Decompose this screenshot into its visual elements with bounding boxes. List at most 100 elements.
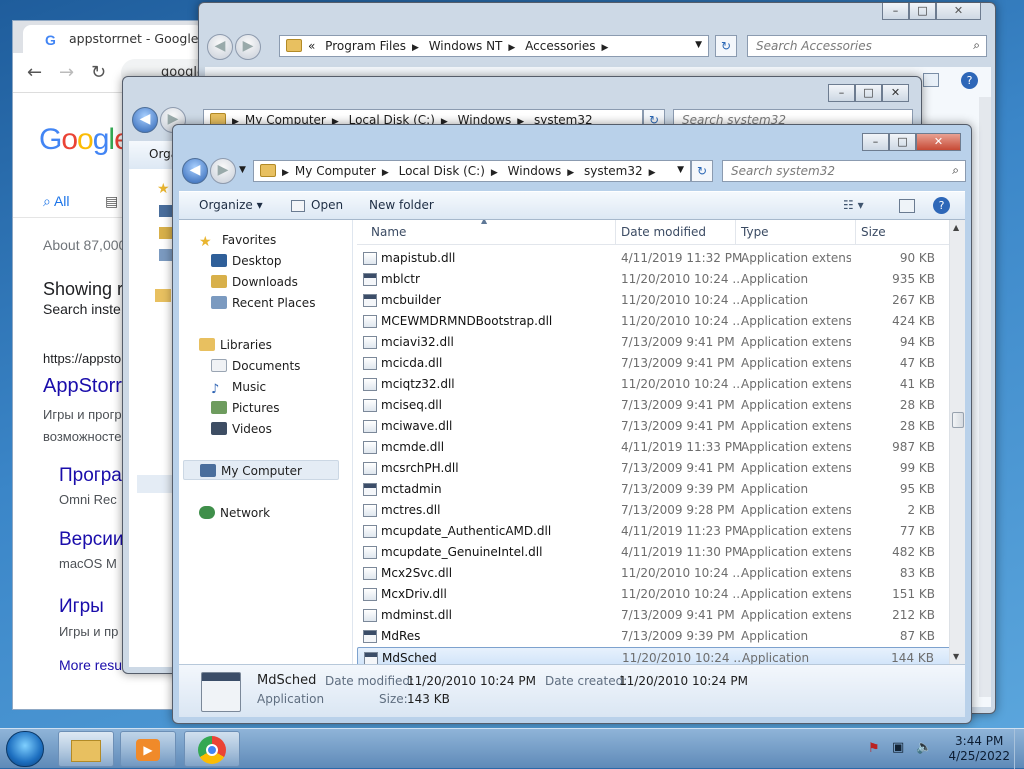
breadcrumb-windows-nt[interactable]: Windows NT <box>429 39 503 53</box>
chrome-tab[interactable]: G appstorrnet - Google Search <box>23 25 201 53</box>
close-icon[interactable]: ✕ <box>936 3 981 20</box>
nav-music[interactable]: ♪ Music <box>211 377 266 397</box>
file-row[interactable]: Mcx2Svc.dll 11/20/2010 10:24 ... Applicati… <box>357 563 951 584</box>
scrollbar[interactable] <box>979 97 991 697</box>
column-size[interactable]: Size <box>861 225 886 239</box>
column-name[interactable]: Name <box>371 225 406 239</box>
chevron-down-icon[interactable]: ▼ <box>677 165 684 175</box>
file-row[interactable]: mapistub.dll 4/11/2019 11:32 PM Applicatio… <box>357 248 951 269</box>
file-row[interactable]: mciwave.dll 7/13/2009 9:41 PM Application … <box>357 416 951 437</box>
help-icon[interactable]: ? <box>933 197 950 214</box>
scrollbar-thumb[interactable] <box>952 412 964 428</box>
google-logo[interactable]: Google <box>39 123 131 157</box>
open-button[interactable]: Open <box>311 198 343 212</box>
nav-documents[interactable]: Documents <box>211 356 300 376</box>
taskbar-media-player[interactable]: ▶ <box>120 731 176 767</box>
close-icon[interactable]: ✕ <box>916 133 961 151</box>
recent-pages-chevron-icon[interactable]: ▼ <box>239 165 246 175</box>
nav-downloads[interactable]: Downloads <box>211 272 298 292</box>
file-row[interactable]: mcsrchPH.dll 7/13/2009 9:41 PM Application… <box>357 458 951 479</box>
breadcrumb-local-disk[interactable]: Local Disk (C:) <box>399 164 485 178</box>
file-row[interactable]: McxDriv.dll 11/20/2010 10:24 ... Applicati… <box>357 584 951 605</box>
organize-button[interactable]: Organize ▾ <box>199 198 263 212</box>
minimize-icon[interactable]: – <box>862 133 889 151</box>
nav-favorites[interactable]: ★ Favorites <box>199 230 276 250</box>
sitelink-3-title[interactable]: Игры <box>59 596 104 618</box>
help-icon[interactable]: ? <box>961 72 978 89</box>
start-button[interactable] <box>6 731 44 767</box>
network-tray-icon[interactable]: ▣ <box>892 740 904 755</box>
sitelink-1-title[interactable]: Програ <box>59 465 122 487</box>
taskbar-explorer[interactable] <box>58 731 114 767</box>
clock[interactable]: 3:44 PM 4/25/2022 <box>948 734 1010 764</box>
file-row[interactable]: mctres.dll 7/13/2009 9:28 PM Application e… <box>357 500 951 521</box>
show-desktop-button[interactable] <box>1014 729 1024 769</box>
file-row[interactable]: MdSched 11/20/2010 10:24 ... Application 14… <box>357 647 951 664</box>
file-row[interactable]: MdRes 7/13/2009 9:39 PM Application 87 KB <box>357 626 951 647</box>
file-row[interactable]: mciavi32.dll 7/13/2009 9:41 PM Application… <box>357 332 951 353</box>
taskbar-chrome[interactable] <box>184 731 240 767</box>
search-icon[interactable]: ⌕ <box>973 38 980 53</box>
refresh-icon[interactable]: ↻ <box>691 160 713 182</box>
address-bar[interactable]: ▶ My Computer ▶ Local Disk (C:) ▶ Windows ▶ … <box>253 160 691 182</box>
file-row[interactable]: mdminst.dll 7/13/2009 9:41 PM Application … <box>357 605 951 626</box>
view-options-icon[interactable]: ☷ ▾ <box>843 198 864 212</box>
search-icon[interactable]: ⌕ <box>952 163 959 178</box>
maximize-icon[interactable]: □ <box>909 3 936 20</box>
column-date[interactable]: Date modified <box>621 225 706 239</box>
forward-icon[interactable]: ▶ <box>210 158 236 184</box>
news-tab-icon[interactable]: ▤ <box>105 193 118 210</box>
nav-libraries[interactable]: Libraries <box>199 335 272 355</box>
file-row[interactable]: mcbuilder 11/20/2010 10:24 ... Application… <box>357 290 951 311</box>
file-row[interactable]: mciqtz32.dll 11/20/2010 10:24 ... Applicat… <box>357 374 951 395</box>
tab-all[interactable]: ⌕ All <box>43 193 70 210</box>
minimize-icon[interactable]: – <box>882 3 909 20</box>
chevron-down-icon[interactable]: ▼ <box>695 40 702 50</box>
file-row[interactable]: mctadmin 7/13/2009 9:39 PM Application 95 K… <box>357 479 951 500</box>
action-center-icon[interactable]: ⚑ <box>868 741 880 756</box>
back-arrow-icon[interactable]: ← <box>27 62 42 83</box>
search-input[interactable]: Search Accessories ⌕ <box>747 35 987 57</box>
breadcrumb-system32[interactable]: system32 <box>584 164 643 178</box>
file-row[interactable]: mcmde.dll 4/11/2019 11:33 PM Application e… <box>357 437 951 458</box>
file-row[interactable]: mcupdate_GenuineIntel.dll 4/11/2019 11:30… <box>357 542 951 563</box>
column-type[interactable]: Type <box>741 225 769 239</box>
search-instead[interactable]: Search inste <box>43 301 121 317</box>
breadcrumb-accessories[interactable]: Accessories <box>525 39 595 53</box>
forward-icon[interactable]: ▶ <box>235 34 261 60</box>
forward-arrow-icon[interactable]: → <box>59 62 74 83</box>
sitelink-2-title[interactable]: Версии <box>59 529 124 551</box>
nav-my-computer[interactable]: My Computer <box>183 460 339 480</box>
new-folder-button[interactable]: New folder <box>369 198 434 212</box>
reload-icon[interactable]: ↻ <box>91 62 106 83</box>
breadcrumb-my-computer[interactable]: My Computer <box>295 164 376 178</box>
search-input[interactable]: Search system32 ⌕ <box>722 160 966 182</box>
file-row[interactable]: mciseq.dll 7/13/2009 9:41 PM Application e… <box>357 395 951 416</box>
address-bar[interactable]: « Program Files ▶ Windows NT ▶ Accessories… <box>279 35 709 57</box>
breadcrumb-program-files[interactable]: Program Files <box>325 39 406 53</box>
nav-videos[interactable]: Videos <box>211 419 272 439</box>
file-row[interactable]: MCEWMDRMNDBootstrap.dll 11/20/2010 10:24 … <box>357 311 951 332</box>
nav-recent-places[interactable]: Recent Places <box>211 293 315 313</box>
back-icon[interactable]: ◀ <box>132 107 158 133</box>
minimize-icon[interactable]: – <box>828 84 855 102</box>
maximize-icon[interactable]: □ <box>855 84 882 102</box>
volume-icon[interactable]: 🔈 <box>916 740 932 755</box>
maximize-icon[interactable]: □ <box>889 133 916 151</box>
back-icon[interactable]: ◀ <box>207 34 233 60</box>
more-results-link[interactable]: More resu <box>59 657 122 673</box>
back-icon[interactable]: ◀ <box>182 158 208 184</box>
breadcrumb-windows[interactable]: Windows <box>508 164 562 178</box>
file-row[interactable]: mcicda.dll 7/13/2009 9:41 PM Application e… <box>357 353 951 374</box>
file-row[interactable]: mcupdate_AuthenticAMD.dll 4/11/2019 11:23… <box>357 521 951 542</box>
result-title[interactable]: AppStorr <box>43 375 122 398</box>
scroll-up-icon[interactable]: ▲ <box>953 223 959 232</box>
refresh-icon[interactable]: ↻ <box>715 35 737 57</box>
nav-desktop[interactable]: Desktop <box>211 251 282 271</box>
nav-network[interactable]: Network <box>199 503 270 523</box>
preview-pane-icon[interactable] <box>899 199 915 213</box>
file-row[interactable]: mblctr 11/20/2010 10:24 ... Application 935… <box>357 269 951 290</box>
preview-pane-icon[interactable] <box>923 73 939 87</box>
scroll-down-icon[interactable]: ▼ <box>953 652 959 661</box>
nav-pictures[interactable]: Pictures <box>211 398 280 418</box>
